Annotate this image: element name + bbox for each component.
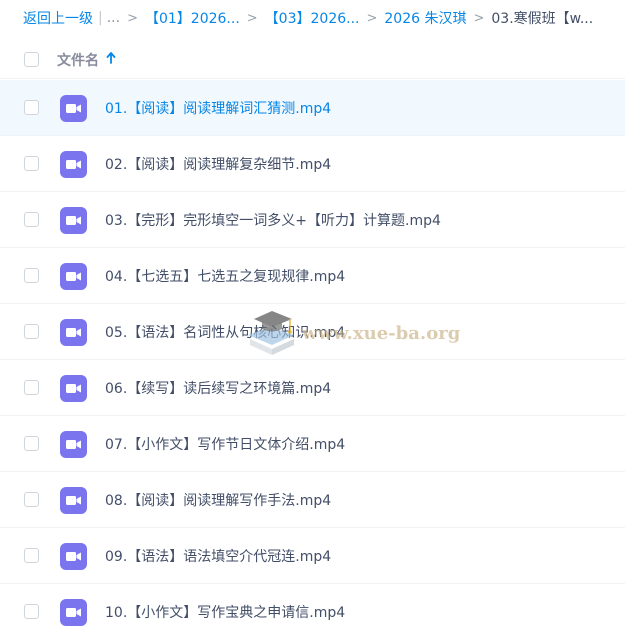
breadcrumb: 返回上一级 | ... > 【01】2026... > 【03】2026... … xyxy=(0,0,625,36)
video-icon xyxy=(60,263,87,290)
file-row[interactable]: 03.【完形】完形填空一词多义+【听力】计算题.mp4 xyxy=(0,192,625,248)
file-name[interactable]: 06.【续写】读后续写之环境篇.mp4 xyxy=(105,378,331,398)
file-name[interactable]: 08.【阅读】阅读理解写作手法.mp4 xyxy=(105,490,331,510)
video-icon xyxy=(60,543,87,570)
file-checkbox[interactable] xyxy=(24,268,39,283)
file-list: 01.【阅读】阅读理解词汇猜测.mp4 02.【阅读】阅读理解复杂细节.mp4 … xyxy=(0,80,625,632)
file-checkbox[interactable] xyxy=(24,156,39,171)
file-name[interactable]: 01.【阅读】阅读理解词汇猜测.mp4 xyxy=(105,98,331,118)
arrow-up-icon[interactable] xyxy=(106,51,116,68)
breadcrumb-ellipsis[interactable]: ... xyxy=(107,10,120,26)
file-row[interactable]: 04.【七选五】七选五之复现规律.mp4 xyxy=(0,248,625,304)
breadcrumb-item-03[interactable]: 【03】2026... xyxy=(265,8,360,28)
file-row[interactable]: 08.【阅读】阅读理解写作手法.mp4 xyxy=(0,472,625,528)
video-icon xyxy=(60,375,87,402)
column-header-label: 文件名 xyxy=(57,52,99,69)
video-icon xyxy=(60,487,87,514)
file-checkbox[interactable] xyxy=(24,436,39,451)
file-checkbox[interactable] xyxy=(24,100,39,115)
file-name[interactable]: 04.【七选五】七选五之复现规律.mp4 xyxy=(105,266,345,286)
breadcrumb-divider: | xyxy=(98,10,103,26)
video-icon xyxy=(60,207,87,234)
file-row[interactable]: 10.【小作文】写作宝典之申请信.mp4 xyxy=(0,584,625,632)
file-checkbox[interactable] xyxy=(24,492,39,507)
breadcrumb-separator: > xyxy=(366,10,378,26)
video-icon xyxy=(60,431,87,458)
file-row[interactable]: 07.【小作文】写作节日文体介绍.mp4 xyxy=(0,416,625,472)
file-row[interactable]: 09.【语法】语法填空介代冠连.mp4 xyxy=(0,528,625,584)
file-row[interactable]: 02.【阅读】阅读理解复杂细节.mp4 xyxy=(0,136,625,192)
file-name[interactable]: 05.【语法】名词性从句核心知识.mp4 xyxy=(105,322,345,342)
breadcrumb-separator: > xyxy=(473,10,485,26)
file-checkbox[interactable] xyxy=(24,212,39,227)
file-name[interactable]: 07.【小作文】写作节日文体介绍.mp4 xyxy=(105,434,345,454)
file-checkbox[interactable] xyxy=(24,548,39,563)
file-name[interactable]: 02.【阅读】阅读理解复杂细节.mp4 xyxy=(105,154,331,174)
file-checkbox[interactable] xyxy=(24,380,39,395)
file-name[interactable]: 09.【语法】语法填空介代冠连.mp4 xyxy=(105,546,331,566)
file-checkbox[interactable] xyxy=(24,324,39,339)
file-row[interactable]: 06.【续写】读后续写之环境篇.mp4 xyxy=(0,360,625,416)
file-checkbox[interactable] xyxy=(24,604,39,619)
breadcrumb-item-2026[interactable]: 2026 朱汉琪 xyxy=(384,8,466,28)
breadcrumb-item-01[interactable]: 【01】2026... xyxy=(145,8,240,28)
video-icon xyxy=(60,599,87,626)
breadcrumb-separator: > xyxy=(127,10,138,26)
file-row[interactable]: 05.【语法】名词性从句核心知识.mp4 xyxy=(0,304,625,360)
list-header: 文件名 xyxy=(0,41,625,79)
file-name[interactable]: 03.【完形】完形填空一词多义+【听力】计算题.mp4 xyxy=(105,210,441,230)
video-icon xyxy=(60,151,87,178)
file-row[interactable]: 01.【阅读】阅读理解词汇猜测.mp4 xyxy=(0,80,625,136)
file-name[interactable]: 10.【小作文】写作宝典之申请信.mp4 xyxy=(105,602,345,622)
video-icon xyxy=(60,319,87,346)
column-header-filename[interactable]: 文件名 xyxy=(57,50,116,70)
breadcrumb-current: 03.寒假班【w... xyxy=(491,11,594,27)
select-all-checkbox[interactable] xyxy=(24,52,39,67)
breadcrumb-separator: > xyxy=(246,10,258,26)
video-icon xyxy=(60,95,87,122)
file-browser: 返回上一级 | ... > 【01】2026... > 【03】2026... … xyxy=(0,0,625,632)
back-link[interactable]: 返回上一级 xyxy=(23,8,93,28)
